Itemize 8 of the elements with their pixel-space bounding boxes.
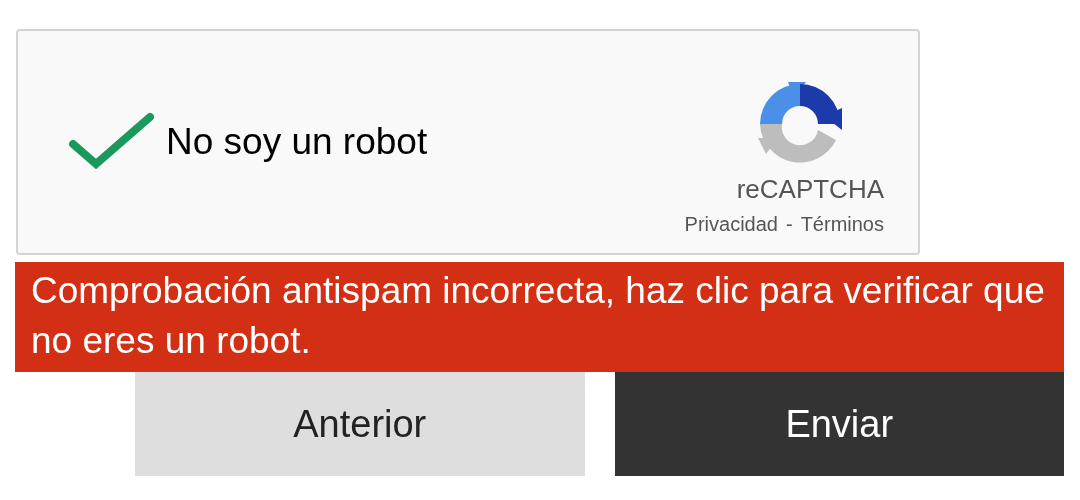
back-button[interactable]: Anterior [135,372,585,476]
error-message: Comprobación antispam incorrecta, haz clic para verificar que no eres un robot. [15,262,1064,372]
brand-name: reCAPTCHA [736,172,884,206]
checkbox-label: No soy un robot [166,120,428,165]
footer-link[interactable]: Términos [800,208,884,239]
footer-link[interactable]: Privacidad [684,208,778,239]
submit-button[interactable]: Enviar [614,372,1064,476]
separator: - [785,211,793,237]
